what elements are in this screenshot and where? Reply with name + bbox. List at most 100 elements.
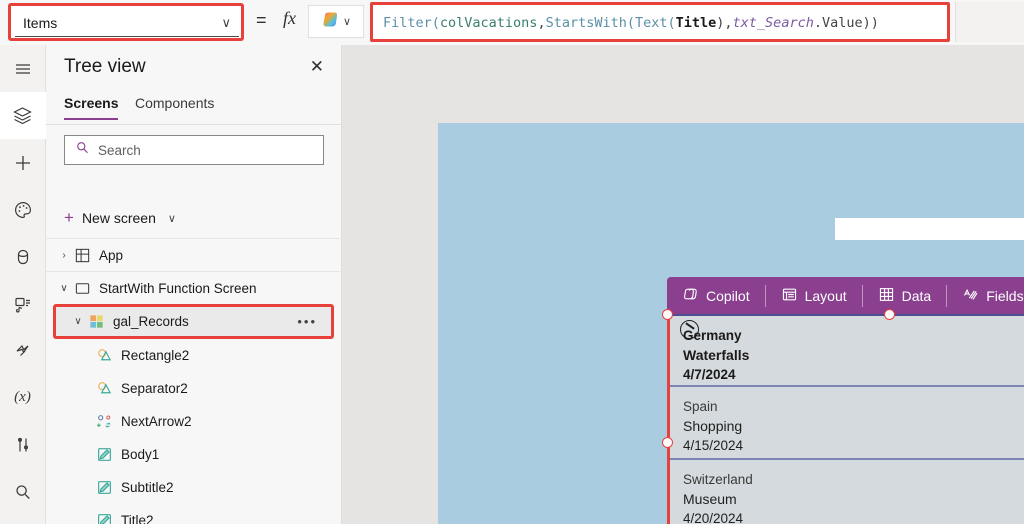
gallery-item-subtitle: Waterfalls <box>683 347 750 363</box>
chevron-down-icon[interactable]: ∨ <box>70 316 86 327</box>
tree-node-gal-records-highlight: ∨ gal_Records ••• <box>53 304 334 339</box>
gallery-item[interactable]: Germany Waterfalls 4/7/2024 › <box>670 314 1024 387</box>
tree-node-separator2[interactable]: Separator2 <box>46 372 342 405</box>
formula-bar: Items ∨ = fx ∨ Filter(colVacations,Start… <box>0 0 1024 45</box>
toolbar-layout-button[interactable]: Layout <box>766 277 862 314</box>
toolbar-data-label: Data <box>901 287 932 304</box>
tree-node-label: Title2 <box>121 513 154 524</box>
txt-search-input[interactable] <box>835 218 1024 240</box>
search-input-placeholder: Search <box>98 142 141 158</box>
sidebar-item-tree-view[interactable] <box>0 92 46 139</box>
sidebar-item-app-checker[interactable] <box>0 421 46 468</box>
gallery-items-container: Germany Waterfalls 4/7/2024 › Spain Shop… <box>667 314 1024 524</box>
variables-icon: (x) <box>14 389 31 405</box>
formula-token-filter: Filter( <box>383 15 440 31</box>
fx-icon: fx <box>283 8 296 28</box>
gallery-items-scroll: Germany Waterfalls 4/7/2024 › Spain Shop… <box>670 314 1024 524</box>
chevron-down-icon: ∨ <box>342 16 352 28</box>
tree-node-startwith-function-screen[interactable]: ∨ StartWith Function Screen <box>46 271 342 304</box>
chevron-down-icon: ∨ <box>167 212 176 225</box>
sidebar-item-media[interactable] <box>0 280 46 327</box>
plus-icon <box>13 153 33 173</box>
formula-bar-tail <box>955 2 1024 42</box>
copilot-icon <box>682 286 699 306</box>
app-icon <box>72 245 92 265</box>
tab-components[interactable]: Components <box>135 95 214 118</box>
fields-icon <box>962 286 979 306</box>
formula-token-comma1: , <box>537 15 546 31</box>
search-icon <box>13 482 33 502</box>
copilot-icon <box>321 10 340 34</box>
gallery-item[interactable]: Switzerland Museum 4/20/2024 › <box>670 460 1024 524</box>
gallery-context-toolbar: Copilot Layout Data Fields <box>667 277 1024 314</box>
label-icon <box>94 511 114 524</box>
property-dropdown[interactable]: Items ∨ <box>15 9 239 37</box>
tree-node-label: Separator2 <box>121 381 188 396</box>
database-icon <box>13 247 33 267</box>
gallery-item-body: 4/20/2024 <box>683 511 744 524</box>
formula-token-title: Title <box>675 15 717 31</box>
gallery-item-subtitle: Shopping <box>683 418 743 434</box>
resize-handle-top-left[interactable] <box>662 309 673 320</box>
gallery-icon <box>86 312 106 332</box>
chevron-right-icon[interactable]: › <box>56 250 72 261</box>
plus-icon: + <box>64 208 74 227</box>
tab-screens[interactable]: Screens <box>64 95 119 120</box>
layout-icon <box>781 286 798 306</box>
toolbar-fields-button[interactable]: Fields <box>947 277 1024 314</box>
powerapps-studio: Items ∨ = fx ∨ Filter(colVacations,Start… <box>0 0 1024 524</box>
gallery-item-subtitle: Museum <box>683 491 737 507</box>
sidebar-item-themes[interactable] <box>0 186 46 233</box>
tree-node-title2[interactable]: Title2 <box>46 504 342 524</box>
page-title: Tree view <box>64 56 146 77</box>
toolbar-data-button[interactable]: Data <box>863 277 947 314</box>
resize-handle-middle-left[interactable] <box>662 437 673 448</box>
tools-icon <box>13 435 33 455</box>
sidebar-item-data[interactable] <box>0 233 46 280</box>
toolbar-copilot-label: Copilot <box>706 287 750 304</box>
hamburger-menu-icon[interactable] <box>0 45 46 92</box>
gallery-item[interactable]: Spain Shopping 4/15/2024 › <box>670 387 1024 460</box>
gallery-item-title: Switzerland <box>683 472 753 487</box>
tree-node-rectangle2[interactable]: Rectangle2 <box>46 339 342 372</box>
label-icon <box>94 445 114 465</box>
tree-node-nextarrow2[interactable]: NextArrow2 <box>46 405 342 438</box>
sidebar-item-search[interactable] <box>0 468 46 515</box>
app-screen-preview: Copilot Layout Data Fields Germany Water… <box>438 123 1024 524</box>
formula-token-startswith: StartsWith( <box>545 15 635 31</box>
toolbar-copilot-button[interactable]: Copilot <box>667 277 765 314</box>
tree-node-app[interactable]: › App <box>46 238 342 271</box>
tree-node-body1[interactable]: Body1 <box>46 438 342 471</box>
layers-icon <box>12 105 33 126</box>
new-screen-label: New screen <box>81 210 156 226</box>
tree-node-subtitle2[interactable]: Subtitle2 <box>46 471 342 504</box>
gallery-item-title: Germany <box>683 328 742 343</box>
resize-handle-top-center[interactable] <box>884 309 895 320</box>
cursor-icon <box>680 320 699 339</box>
canvas-area: Copilot Layout Data Fields Germany Water… <box>342 45 1024 524</box>
palette-icon <box>13 200 33 220</box>
tree-node-list: › App ∨ StartWith Function Screen ∨ gal_… <box>46 238 342 524</box>
chevron-down-icon[interactable]: ∨ <box>56 283 72 294</box>
copilot-formula-button[interactable]: ∨ <box>308 5 364 38</box>
gallery-gal-records[interactable]: Copilot Layout Data Fields Germany Water… <box>662 277 1024 524</box>
sidebar-item-variables[interactable]: (x) <box>0 374 46 421</box>
search-input[interactable]: Search <box>64 135 324 165</box>
new-screen-button[interactable]: + New screen ∨ <box>64 208 176 228</box>
formula-token-colvacations: colVacations <box>439 15 538 31</box>
flows-icon <box>13 341 33 361</box>
close-icon[interactable]: ✕ <box>310 58 324 75</box>
sidebar-item-power-automate[interactable] <box>0 327 46 374</box>
tree-node-gal-records[interactable]: ∨ gal_Records ••• <box>56 307 331 336</box>
toolbar-fields-label: Fields <box>986 287 1024 304</box>
shape-icon <box>94 379 114 399</box>
tree-node-label: Rectangle2 <box>121 348 190 363</box>
gallery-item-body: 4/7/2024 <box>683 367 736 382</box>
gallery-item-title: Spain <box>683 399 718 414</box>
gallery-item-body: 4/15/2024 <box>683 438 744 453</box>
sidebar-item-insert[interactable] <box>0 139 46 186</box>
tree-node-label: Body1 <box>121 447 160 462</box>
more-options-icon[interactable]: ••• <box>297 314 317 329</box>
shape-icon <box>94 346 114 366</box>
formula-input[interactable]: Filter(colVacations,StartsWith(Text(Titl… <box>383 13 943 33</box>
